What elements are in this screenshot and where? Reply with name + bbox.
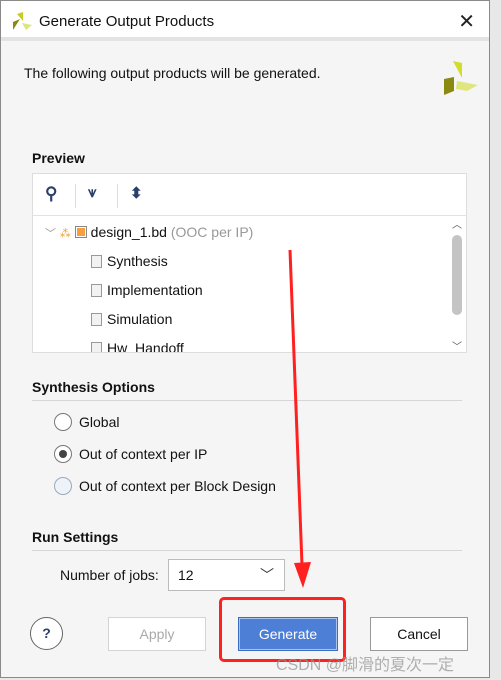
run-settings-label: Run Settings bbox=[32, 529, 119, 545]
tree-root[interactable]: ﹀ ⁂ design_1.bd (OOC per IP) bbox=[45, 224, 253, 241]
watermark: CSDN @脚滑的夏次一定 bbox=[276, 657, 455, 674]
expand-all-icon[interactable]: ⬍ bbox=[130, 184, 143, 202]
tree-root-label: design_1.bd bbox=[90, 224, 167, 240]
jobs-select[interactable]: 12 ﹀ bbox=[168, 559, 285, 591]
tree-root-note: (OOC per IP) bbox=[170, 224, 254, 240]
preview-label: Preview bbox=[32, 150, 85, 166]
scrollbar[interactable]: ︿ ﹀ bbox=[450, 216, 464, 353]
close-icon[interactable]: ✕ bbox=[458, 9, 475, 34]
radio-label: Out of context per Block Design bbox=[79, 478, 276, 494]
tree-item[interactable]: Simulation bbox=[91, 311, 172, 327]
file-icon bbox=[91, 255, 102, 268]
scroll-up-icon[interactable]: ︿ bbox=[450, 216, 464, 231]
radio-label: Out of context per IP bbox=[79, 446, 208, 462]
block-design-icon bbox=[74, 226, 87, 238]
search-icon[interactable]: ⚲ bbox=[45, 184, 57, 204]
file-icon bbox=[91, 342, 102, 352]
scrollbar-thumb[interactable] bbox=[452, 235, 462, 315]
preview-toolbar: ⚲ ⩛ ⬍ bbox=[33, 174, 466, 216]
tree-item[interactable]: Synthesis bbox=[91, 253, 168, 269]
radio-label: Global bbox=[79, 414, 120, 430]
radio-ooc-per-bd[interactable] bbox=[54, 477, 72, 495]
synthesis-options-label: Synthesis Options bbox=[32, 379, 155, 395]
description-text: The following output products will be ge… bbox=[24, 65, 321, 81]
preview-panel: ⚲ ⩛ ⬍ ﹀ ⁂ design_1.bd (OOC per IP) Synth… bbox=[32, 173, 467, 353]
vivado-logo-icon bbox=[13, 12, 32, 30]
help-button[interactable]: ? bbox=[30, 617, 63, 650]
jobs-label: Number of jobs: bbox=[60, 567, 159, 583]
file-icon bbox=[91, 284, 102, 297]
collapse-all-icon[interactable]: ⩛ bbox=[88, 184, 96, 201]
tree-item[interactable]: Implementation bbox=[91, 282, 203, 298]
cancel-button[interactable]: Cancel bbox=[370, 617, 468, 651]
apply-button[interactable]: Apply bbox=[108, 617, 206, 651]
radio-ooc-per-ip[interactable] bbox=[54, 445, 72, 463]
title-bar: Generate Output Products ✕ bbox=[1, 1, 489, 41]
dialog-window: Generate Output Products ✕ The following… bbox=[0, 0, 490, 678]
scroll-down-icon[interactable]: ﹀ bbox=[450, 338, 464, 353]
window-title: Generate Output Products bbox=[39, 13, 215, 30]
vivado-logo-icon bbox=[444, 61, 478, 95]
radio-global[interactable] bbox=[54, 413, 72, 431]
chevron-down-icon[interactable]: ﹀ bbox=[45, 228, 56, 240]
tree-item[interactable]: Hw_Handoff bbox=[91, 340, 184, 352]
chevron-down-icon: ﹀ bbox=[260, 567, 274, 583]
file-icon bbox=[91, 313, 102, 326]
hierarchy-icon: ⁂ bbox=[59, 228, 71, 240]
